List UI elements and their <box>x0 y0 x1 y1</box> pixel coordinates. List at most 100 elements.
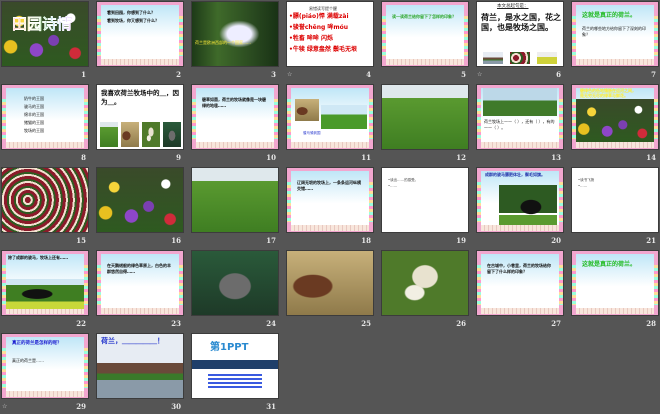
fence-decoration <box>481 142 559 148</box>
flowers-photo <box>576 99 654 142</box>
slide-preview[interactable]: 易错读写提个醒 •膘(piáo)悍 满载zài •骏誉chēng 哞móu •牲畜 哞… <box>287 2 373 66</box>
slide-preview[interactable] <box>97 168 183 232</box>
slide-preview[interactable]: 第1PPT <box>192 334 278 398</box>
slide-thumbnail-25[interactable]: 25 <box>287 251 373 331</box>
goat-photo <box>287 251 373 315</box>
slide-preview[interactable]: 本文总起句是： 荷兰，是水之国，花之国，也是牧场之国。 <box>477 2 563 66</box>
slide-preview[interactable] <box>287 251 373 315</box>
tulips-photo <box>510 52 530 64</box>
slide-preview[interactable]: 这就是真正的荷兰。 <box>572 251 658 315</box>
slide-thumbnail-15[interactable]: 15 <box>2 168 88 248</box>
slide-number: 2 <box>176 70 181 79</box>
slide-preview[interactable]: 这就是真正的荷兰。 荷兰的哪些地方给你留下了深刻的印象？ <box>572 2 658 66</box>
slide-thumbnail-13[interactable]: 荷兰牧场上——（ ），还有（ ），有的——（ ）。 13 <box>477 85 563 165</box>
fence-decoration <box>386 59 464 65</box>
slide-preview[interactable]: 辽阔无垠的牧场上，一条条运河纵横交错…… <box>287 168 373 232</box>
slide-thumbnail-7[interactable]: 这就是真正的荷兰。 荷兰的哪些地方给你留下了深刻的印象？ 7 <box>572 2 658 82</box>
slide-thumbnail-27[interactable]: 在古城中，小巷里，荷兰的牧场给你留下了什么样的印象？ 27 <box>477 251 563 331</box>
slide-text: 荷兰牧场上——（ ），还有（ ），有的——（ ）。 <box>484 119 555 130</box>
slide-text: 真正的荷兰是…… <box>12 358 44 363</box>
transition-icon[interactable]: ☆ <box>287 71 292 78</box>
slide-preview[interactable]: 荷兰牧场上——（ ），还有（ ），有的——（ ）。 <box>477 85 563 149</box>
slide-preview[interactable] <box>2 168 88 232</box>
slide-preview[interactable]: 碧草如茵，荷兰的牧场就像是一块碧绿的地毯…… <box>192 85 278 149</box>
slide-number: 27 <box>551 319 561 328</box>
slide-preview[interactable] <box>382 251 468 315</box>
slide-thumbnail-24[interactable]: 24 <box>192 251 278 331</box>
slide-preview[interactable]: 除了成群的骏马，牧场上还有…… <box>2 251 88 315</box>
flowers-photo <box>2 2 88 66</box>
slide-thumbnail-12[interactable]: 12 <box>382 85 468 165</box>
slide-number: 28 <box>646 319 656 328</box>
slide-preview[interactable]: 真正的荷兰是怎样的呢？ 真正的荷兰是…… <box>2 334 88 398</box>
slide-number: 29 <box>76 402 86 411</box>
slide-thumbnail-28[interactable]: 这就是真正的荷兰。 28 <box>572 251 658 331</box>
slide-thumbnail-2[interactable]: 看到田园，你想到了什么？ 看到牧场，你又想到了什么？ 2 <box>97 2 183 82</box>
slide-thumbnail-17[interactable]: 17 <box>192 168 278 248</box>
slide-preview[interactable] <box>192 251 278 315</box>
slide-preview[interactable]: •读出……的感受。 •…… <box>382 168 468 232</box>
frame-inner <box>6 88 84 142</box>
slide-thumbnail-19[interactable]: •读出……的感受。 •…… 19 <box>382 168 468 248</box>
slide-preview[interactable]: 读一读荷兰给你留下了怎样的印象？ <box>382 2 468 66</box>
sheep-photo <box>382 251 468 315</box>
slide-thumbnail-29[interactable]: 真正的荷兰是怎样的呢？ 真正的荷兰是…… ☆ 29 <box>2 334 88 414</box>
slide-preview[interactable] <box>382 85 468 149</box>
slide-thumbnail-18[interactable]: 辽阔无垠的牧场上，一条条运河纵横交错…… 18 <box>287 168 373 248</box>
slide-preview[interactable] <box>192 168 278 232</box>
fence-decoration <box>291 225 369 231</box>
fence-decoration <box>481 225 559 231</box>
slide-number: 11 <box>361 153 371 162</box>
slide-title: 真正的荷兰是怎样的呢？ <box>12 341 62 346</box>
slide-preview[interactable]: 田园诗情 <box>2 2 88 66</box>
slide-number: 12 <box>456 153 466 162</box>
slide-thumbnail-3[interactable]: 荷兰是欧洲西部的一个国家…… 3 <box>192 2 278 82</box>
grass-photo <box>537 52 557 64</box>
slide-thumbnail-21[interactable]: •读书飞扬 •…… 21 <box>572 168 658 248</box>
fence-decoration <box>196 142 274 148</box>
slide-title: 易错读写提个醒 <box>309 6 337 11</box>
slide-preview[interactable]: 荷兰，＿＿＿＿＿！ <box>97 334 183 398</box>
slide-number: 30 <box>171 402 181 411</box>
slide-thumbnail-20[interactable]: 成群的骏马膘肥体壮，鬃毛如旗。 20 <box>477 168 563 248</box>
slide-thumbnail-14[interactable]: 碧绿色的低地镶嵌在运河之间， 是无穷无尽的绿草与鲜花。 14 <box>572 85 658 165</box>
slide-thumbnail-11[interactable]: 骏马骑到国 11 <box>287 85 373 165</box>
slide-preview[interactable]: 在天鹅绒般的绿色草原上，白色的羊群悠然自得…… <box>97 251 183 315</box>
transition-icon[interactable]: ☆ <box>2 403 7 410</box>
slide-thumbnail-5[interactable]: 读一读荷兰给你留下了怎样的印象？ 5 <box>382 2 468 82</box>
slide-preview[interactable]: •读书飞扬 •…… <box>572 168 658 232</box>
slide-text: 看到田园，你想到了什么？ <box>107 10 155 15</box>
slide-title: 这就是真正的荷兰。 <box>582 261 637 268</box>
slide-thumbnail-8[interactable]: 奶牛的王国 骏马的王国 绵羊的王国 猪猫的王国 牧场的王国 8 <box>2 85 88 165</box>
slide-preview[interactable]: 我喜欢荷兰牧场中的＿，因为＿。 <box>97 85 183 149</box>
fence-decoration <box>291 142 369 148</box>
slide-thumbnail-9[interactable]: 我喜欢荷兰牧场中的＿，因为＿。 9 <box>97 85 183 165</box>
slide-thumbnail-4[interactable]: 易错读写提个醒 •膘(piáo)悍 满载zài •骏誉chēng 哞móu •牲畜 哞… <box>287 2 373 82</box>
slide-thumbnail-23[interactable]: 在天鹅绒般的绿色草原上，白色的羊群悠然自得…… 23 <box>97 251 183 331</box>
slide-preview[interactable]: 碧绿色的低地镶嵌在运河之间， 是无穷无尽的绿草与鲜花。 <box>572 85 658 149</box>
slide-thumbnail-22[interactable]: 除了成群的骏马，牧场上还有…… 22 <box>2 251 88 331</box>
slide-preview[interactable]: 奶牛的王国 骏马的王国 绵羊的王国 猪猫的王国 牧场的王国 <box>2 85 88 149</box>
slide-thumbnail-10[interactable]: 碧草如茵，荷兰的牧场就像是一块碧绿的地毯…… 10 <box>192 85 278 165</box>
slide-preview[interactable]: 成群的骏马膘肥体壮，鬃毛如旗。 <box>477 168 563 232</box>
logo-band <box>192 360 278 369</box>
slide-preview[interactable]: 骏马骑到国 <box>287 85 373 149</box>
goat-photo <box>121 122 139 147</box>
slide-preview[interactable]: 看到田园，你想到了什么？ 看到牧场，你又想到了什么？ <box>97 2 183 66</box>
slide-preview[interactable]: 荷兰是欧洲西部的一个国家…… <box>192 2 278 66</box>
slide-text: •…… <box>388 184 398 188</box>
slide-text: 除了成群的骏马，牧场上还有…… <box>8 255 68 260</box>
slide-number: 23 <box>171 319 181 328</box>
slide-thumbnail-30[interactable]: 荷兰，＿＿＿＿＿！ 30 <box>97 334 183 414</box>
grass-photo <box>483 88 557 116</box>
slide-thumbnail-1[interactable]: 田园诗情 1 <box>2 2 88 82</box>
transition-icon[interactable]: ☆ <box>477 71 482 78</box>
slide-preview[interactable]: 在古城中，小巷里，荷兰的牧场给你留下了什么样的印象？ <box>477 251 563 315</box>
slide-thumbnail-31[interactable]: 第1PPT 31 <box>192 334 278 414</box>
slide-title: 这就是真正的荷兰。 <box>582 12 637 19</box>
slide-text: 看到牧场，你又想到了什么？ <box>107 18 159 23</box>
slide-thumbnail-26[interactable]: 26 <box>382 251 468 331</box>
slide-thumbnail-6[interactable]: 本文总起句是： 荷兰，是水之国，花之国，也是牧场之国。 ☆ 6 <box>477 2 563 82</box>
slide-thumbnail-16[interactable]: 16 <box>97 168 183 248</box>
slide-text: 奶牛的王国 <box>24 96 44 101</box>
